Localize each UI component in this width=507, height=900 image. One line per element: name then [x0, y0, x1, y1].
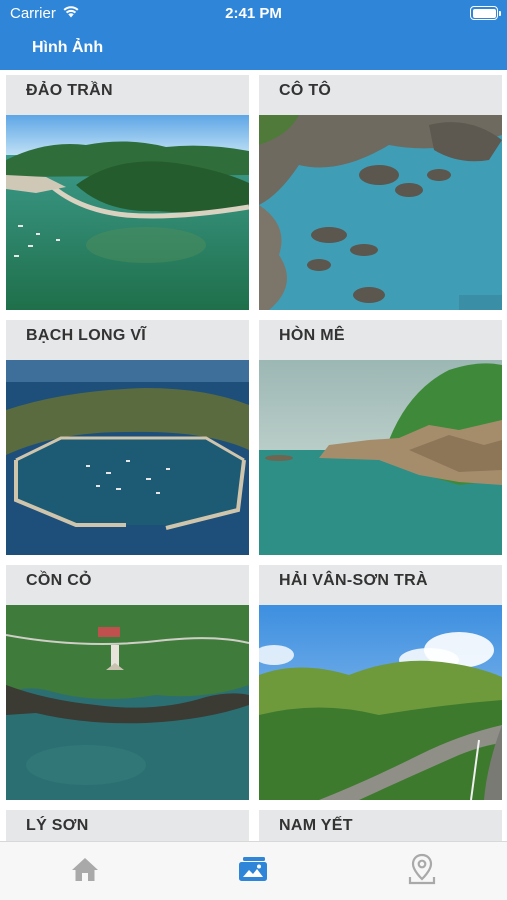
home-icon: [70, 855, 100, 888]
status-time: 2:41 PM: [225, 5, 282, 22]
tab-map[interactable]: [402, 853, 442, 890]
grid-item-hon-me[interactable]: HÒN MÊ: [259, 320, 502, 555]
photo-gallery-icon: [237, 855, 269, 888]
grid-item-label: HÒN MÊ: [259, 320, 502, 360]
app-screen: Carrier 2:41 PM Hình Ảnh ĐẢO TRẦN CÔ TÔ …: [0, 0, 507, 900]
grid-item-ly-son[interactable]: LÝ SƠN: [6, 810, 249, 841]
map-pin-icon: [407, 853, 437, 890]
grid-item-label: ĐẢO TRẦN: [6, 75, 249, 115]
scenic-photo[interactable]: [259, 605, 502, 800]
navigation-bar: Hình Ảnh: [0, 28, 507, 70]
grid-item-label: LÝ SƠN: [6, 810, 249, 841]
island-photo[interactable]: [259, 115, 502, 310]
island-photo[interactable]: [6, 360, 249, 555]
photo-grid[interactable]: ĐẢO TRẦN CÔ TÔ BẠCH LONG VĨ HÒN MÊ CỒN C…: [0, 70, 507, 841]
battery-icon: [470, 6, 501, 20]
grid-item-bach-long-vi[interactable]: BẠCH LONG VĨ: [6, 320, 249, 555]
tab-photos[interactable]: [233, 854, 273, 888]
grid-item-con-co[interactable]: CỒN CỎ: [6, 565, 249, 800]
grid-item-co-to[interactable]: CÔ TÔ: [259, 75, 502, 310]
page-title: Hình Ảnh: [32, 39, 104, 56]
grid-item-nam-yet[interactable]: NAM YẾT: [259, 810, 502, 841]
tab-bar: [0, 841, 507, 900]
tab-home[interactable]: [65, 854, 105, 888]
island-photo[interactable]: [6, 605, 249, 800]
status-bar: Carrier 2:41 PM: [0, 0, 507, 28]
grid-item-label: NAM YẾT: [259, 810, 502, 841]
grid-item-label: CỒN CỎ: [6, 565, 249, 605]
island-photo[interactable]: [259, 360, 502, 555]
grid-item-label: CÔ TÔ: [259, 75, 502, 115]
grid-item-label: BẠCH LONG VĨ: [6, 320, 249, 360]
grid-item-dao-tran[interactable]: ĐẢO TRẦN: [6, 75, 249, 310]
grid-item-label: HẢI VÂN-SƠN TRÀ: [259, 565, 502, 605]
grid-item-hai-van-son-tra[interactable]: HẢI VÂN-SƠN TRÀ: [259, 565, 502, 800]
island-photo[interactable]: [6, 115, 249, 310]
